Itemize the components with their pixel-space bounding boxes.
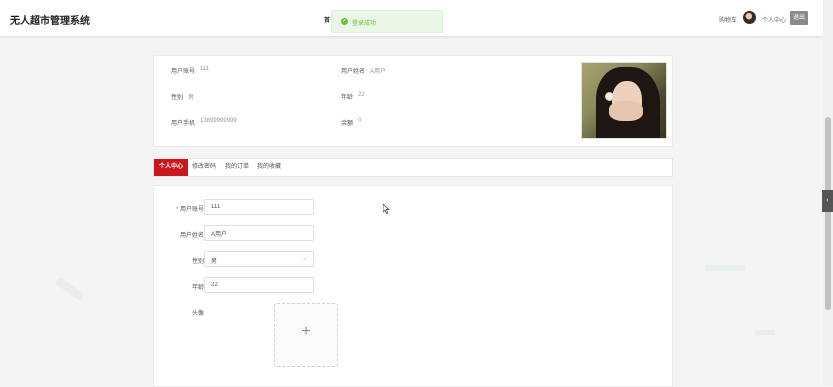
profile-edit-form: * 用户账号 用户姓名 性别 男 ⌄ 年龄 头像 + [153, 185, 673, 387]
avatar-upload[interactable]: + [274, 303, 338, 367]
success-toast: ✓ 登录成功 [331, 10, 443, 33]
tab-personal-center[interactable]: 个人中心 [154, 159, 189, 176]
background-decoration [55, 277, 85, 301]
phone-value: 13899999999 [200, 118, 237, 124]
avatar-field-label: 头像 [191, 311, 204, 317]
name-field[interactable] [204, 225, 314, 241]
profile-tabs: 个人中心 修改密码 我的订单 我的收藏 [153, 158, 673, 177]
profile-photo [581, 62, 667, 139]
gender-value: 男 [188, 95, 195, 101]
avatar[interactable] [743, 11, 756, 24]
age-label: 年龄 [341, 95, 354, 101]
gender-select[interactable]: 男 ⌄ [204, 251, 314, 267]
background-decoration [705, 265, 745, 271]
site-title: 无人超市管理系统 [10, 16, 90, 27]
gender-label: 性别 [171, 95, 184, 101]
balance-value: 0 [358, 118, 362, 124]
age-field-label: 年龄 [191, 285, 204, 291]
toast-message: 登录成功 [352, 21, 377, 27]
nav-home-link[interactable]: 首 [324, 15, 330, 24]
name-label: 用户姓名 [341, 69, 366, 75]
background-decoration [755, 330, 775, 335]
account-field[interactable] [204, 199, 314, 215]
age-value: 22 [358, 92, 365, 98]
cart-link[interactable]: 购物车 [719, 15, 737, 24]
chevron-down-icon: ⌄ [301, 256, 307, 262]
plus-icon: + [301, 323, 311, 340]
gender-field-label: 性别 [191, 259, 204, 265]
name-field-label: 用户姓名 [179, 233, 204, 239]
scrollbar-thumb[interactable] [825, 117, 831, 310]
profile-summary-card: 用户账号 111 用户姓名 A用户 性别 男 年龄 22 用户手机 138999… [153, 55, 673, 147]
phone-label: 用户手机 [171, 121, 196, 127]
age-field[interactable] [204, 277, 314, 293]
account-value: 111 [200, 66, 210, 72]
tab-my-favorites[interactable]: 我的收藏 [257, 159, 281, 176]
balance-label: 余额 [341, 121, 354, 127]
tab-change-password[interactable]: 修改密码 [192, 159, 216, 176]
gender-selected-value: 男 [211, 259, 218, 265]
logout-button[interactable]: 退出 [790, 11, 808, 25]
tab-my-orders[interactable]: 我的订单 [225, 159, 249, 176]
mouse-cursor-icon [382, 203, 390, 216]
success-check-icon: ✓ [341, 18, 348, 25]
account-field-label: * 用户账号 [175, 207, 204, 213]
account-label: 用户账号 [171, 69, 196, 75]
personal-center-link[interactable]: 个人中心 [762, 15, 786, 24]
name-value: A用户 [370, 69, 387, 75]
side-collapse-icon[interactable]: ‹ [822, 190, 833, 212]
